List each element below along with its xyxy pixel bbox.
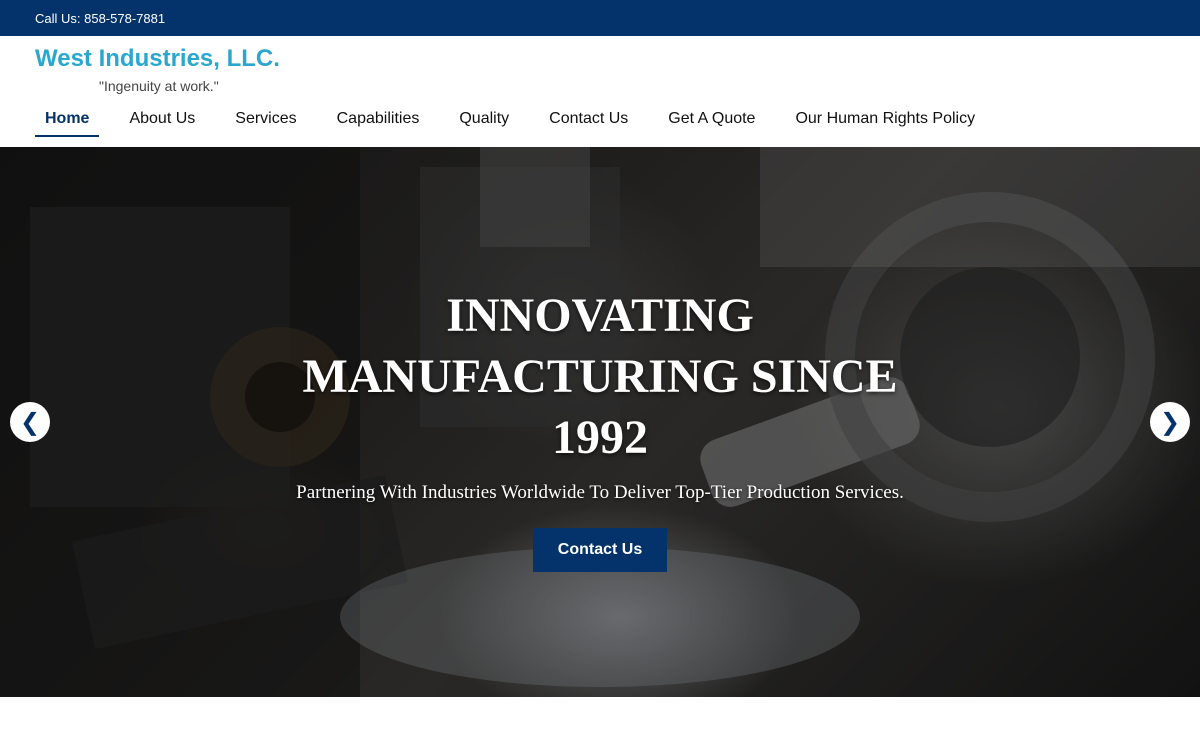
nav-item-contact-us[interactable]: Contact Us	[539, 106, 638, 137]
nav-item-human-rights-policy[interactable]: Our Human Rights Policy	[785, 106, 985, 137]
site-logo-text[interactable]: West Industries, LLC.	[35, 45, 280, 73]
hero-title: INNOVATING MANUFACTURING SINCE 1992	[302, 289, 898, 464]
nav-item-home[interactable]: Home	[35, 106, 100, 137]
chevron-right-icon[interactable]: ❯	[1150, 402, 1190, 442]
hero-contact-us-button[interactable]: Contact Us	[533, 528, 667, 572]
hero-subtitle: Partnering With Industries Worldwide To …	[296, 482, 904, 503]
site-header: West Industries, LLC. "Ingenuity at work…	[0, 36, 1200, 147]
nav-item-services[interactable]: Services	[225, 106, 306, 137]
nav-item-capabilities[interactable]: Capabilities	[327, 106, 430, 137]
main-nav: Home About Us Services Capabilities Qual…	[35, 106, 1005, 138]
chevron-left-icon[interactable]: ❮	[10, 402, 50, 442]
content-area	[0, 697, 1200, 750]
nav-item-quality[interactable]: Quality	[449, 106, 519, 137]
nav-item-get-a-quote[interactable]: Get A Quote	[658, 106, 765, 137]
top-contact-bar: Call Us: 858-578-7881	[0, 0, 1200, 36]
nav-item-about-us[interactable]: About Us	[119, 106, 205, 137]
call-us-text[interactable]: Call Us: 858-578-7881	[35, 11, 165, 26]
site-tagline: "Ingenuity at work."	[99, 78, 219, 94]
hero-slider: INNOVATING MANUFACTURING SINCE 1992 Part…	[0, 147, 1200, 697]
